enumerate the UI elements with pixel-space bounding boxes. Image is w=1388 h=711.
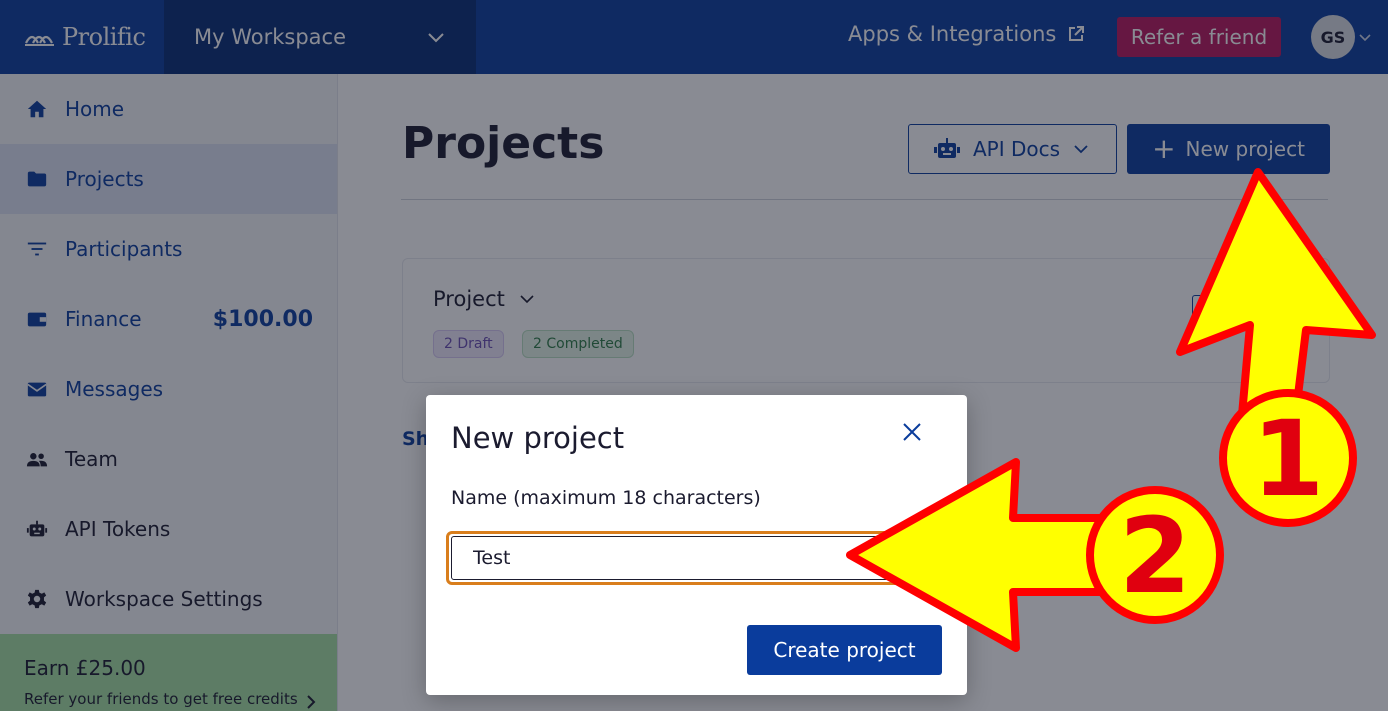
dialog-title: New project bbox=[451, 421, 625, 455]
new-project-dialog: New project Name (maximum 18 characters)… bbox=[426, 395, 967, 695]
close-icon[interactable] bbox=[900, 420, 924, 444]
name-field-label: Name (maximum 18 characters) bbox=[451, 487, 761, 509]
create-project-button[interactable]: Create project bbox=[747, 625, 942, 675]
project-name-input[interactable] bbox=[451, 536, 938, 580]
